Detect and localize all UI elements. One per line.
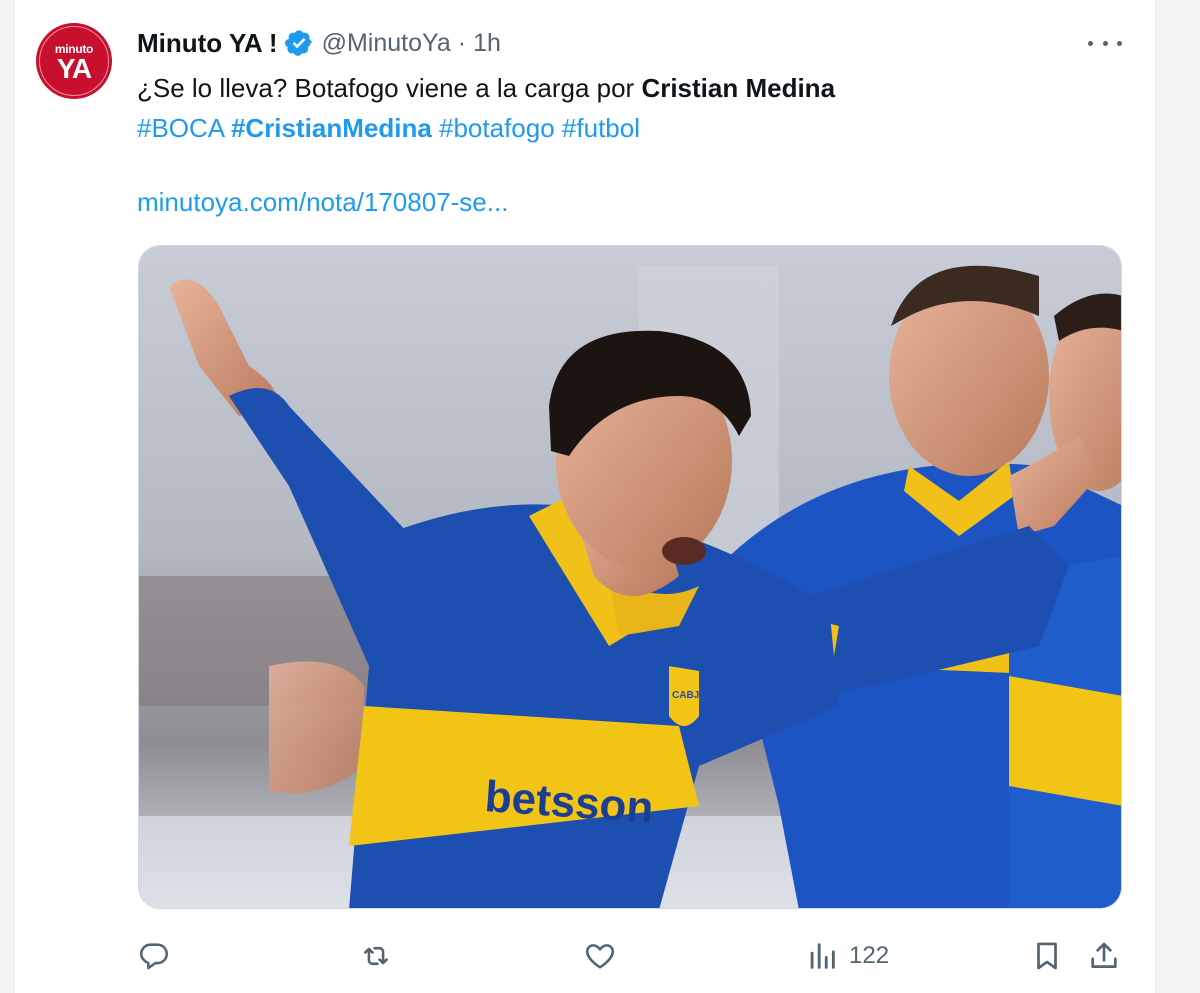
tweet-action-bar: 122 bbox=[137, 934, 1127, 978]
reply-button[interactable] bbox=[137, 934, 171, 978]
share-button[interactable] bbox=[1087, 934, 1121, 978]
avatar[interactable]: minuto YA bbox=[36, 23, 112, 99]
more-options-button[interactable] bbox=[1088, 30, 1122, 56]
header-separator: · bbox=[457, 28, 467, 57]
hashtag-cristianmedina[interactable]: #CristianMedina bbox=[231, 113, 432, 143]
hashtag-boca[interactable]: #BOCA bbox=[137, 113, 224, 143]
tweet-media-photo[interactable]: betsson CABJ bbox=[138, 245, 1122, 909]
verified-badge-icon bbox=[284, 30, 312, 56]
teammate-hand bbox=[269, 661, 364, 794]
left-page-border bbox=[0, 0, 15, 993]
reply-icon bbox=[139, 943, 169, 970]
share-icon bbox=[1091, 942, 1117, 968]
tweet-header: Minuto YA ! @MinutoYa · 1h bbox=[137, 27, 501, 59]
heart-icon bbox=[585, 944, 615, 969]
tweet-text: ¿Se lo lleva? Botafogo viene a la carga … bbox=[137, 68, 1137, 148]
jersey-crest-text: CABJ bbox=[672, 690, 699, 701]
right-page-border bbox=[1155, 0, 1200, 993]
display-name[interactable]: Minuto YA ! bbox=[137, 28, 278, 59]
hashtag-botafogo[interactable]: #botafogo bbox=[439, 113, 555, 143]
retweet-icon bbox=[364, 946, 388, 966]
tweet-text-lead: ¿Se lo lleva? Botafogo viene a la carga … bbox=[137, 73, 642, 103]
bookmark-button[interactable] bbox=[1030, 934, 1064, 978]
views-button[interactable]: 122 bbox=[805, 934, 889, 978]
more-dots-icon bbox=[1117, 40, 1122, 46]
article-link[interactable]: minutoya.com/nota/170807-se... bbox=[137, 184, 508, 220]
views-count: 122 bbox=[849, 942, 890, 969]
tweet-text-bold: Cristian Medina bbox=[641, 73, 836, 103]
bookmark-icon bbox=[1037, 942, 1057, 970]
like-button[interactable] bbox=[583, 934, 617, 978]
avatar-logo-text-bottom: YA bbox=[56, 53, 92, 84]
player-celebration-photo: betsson CABJ bbox=[139, 246, 1121, 908]
user-handle[interactable]: @MinutoYa bbox=[322, 29, 451, 58]
tweet-timestamp[interactable]: 1h bbox=[473, 29, 501, 58]
views-chart-icon bbox=[810, 943, 835, 969]
retweet-button[interactable] bbox=[359, 934, 393, 978]
hashtag-futbol[interactable]: #futbol bbox=[562, 113, 640, 143]
more-dots-icon bbox=[1088, 40, 1093, 46]
more-dots-icon bbox=[1102, 40, 1108, 46]
